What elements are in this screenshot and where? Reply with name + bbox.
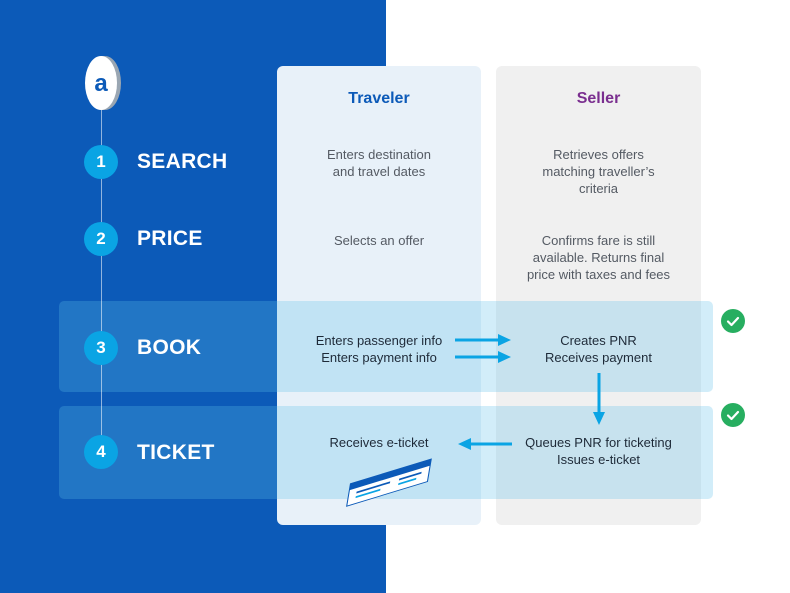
flow-arrows <box>346 334 605 507</box>
payment-info-arrow-icon <box>455 351 511 363</box>
eticket-icon <box>346 458 432 507</box>
passenger-info-arrow-icon <box>455 334 511 346</box>
down-arrow-icon <box>593 373 605 425</box>
eticket-arrow-icon <box>458 438 512 450</box>
